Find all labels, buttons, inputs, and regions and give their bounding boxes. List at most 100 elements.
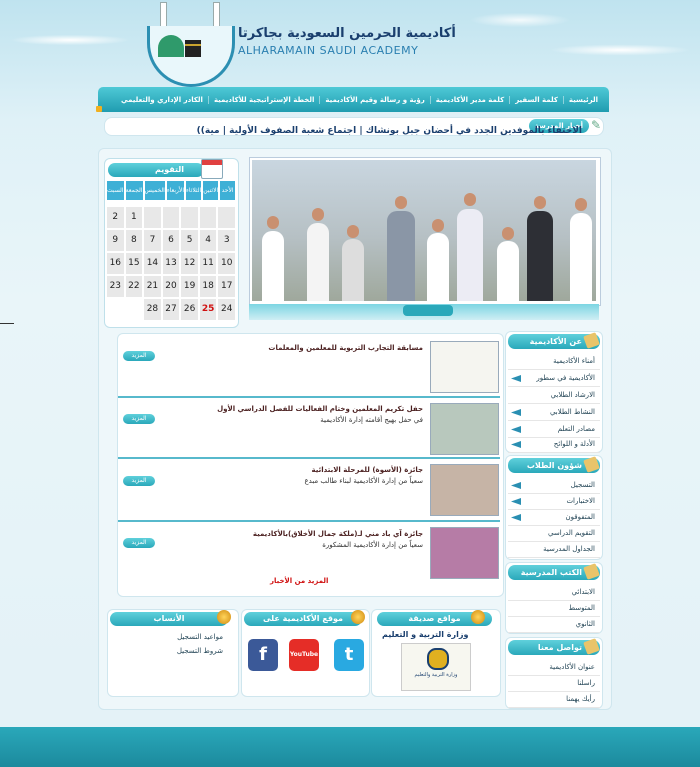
news-title[interactable]: مسابقة التجارب التربوية للمعلمين والمعلم…	[268, 344, 423, 352]
arrow-icon	[511, 409, 521, 416]
nav-staff[interactable]: الكادر الإداري والتعليمي	[116, 96, 208, 104]
nav-director-word[interactable]: كلمة مدير الأكاديمية	[429, 95, 509, 104]
twitter-icon[interactable]: t	[334, 639, 364, 671]
slideshow-pager[interactable]	[403, 305, 453, 316]
main-navigation: الرئيسية كلمة السفير كلمة مدير الأكاديمي…	[98, 87, 609, 112]
more-button[interactable]: المزيد	[123, 351, 155, 361]
calendar-day[interactable]: 19	[181, 276, 198, 297]
books-item[interactable]: المتوسط	[508, 600, 600, 617]
calendar-day[interactable]: 3	[218, 230, 235, 251]
calendar-day[interactable]: 2	[107, 207, 124, 228]
youtube-icon[interactable]: YouTube	[289, 639, 319, 671]
contact-item-label: عنوان الأكاديمية	[549, 663, 595, 671]
calendar-day[interactable]: 28	[144, 299, 161, 320]
rss-icon[interactable]	[96, 106, 102, 112]
students-item[interactable]: الاختبارات	[508, 493, 600, 510]
news-thumbnail[interactable]	[430, 464, 499, 516]
person-head	[502, 227, 514, 240]
arrow-icon	[511, 426, 521, 433]
kaaba-band	[185, 44, 201, 46]
calendar-day[interactable]: 9	[107, 230, 124, 251]
about-item[interactable]: النشاط الطلابي	[508, 404, 600, 421]
more-button[interactable]: المزيد	[123, 414, 155, 424]
contact-item[interactable]: عنوان الأكاديمية	[508, 659, 600, 676]
calendar-day[interactable]: 1	[125, 207, 143, 228]
ministry-logo[interactable]: وزارة التربية والتعليم	[401, 643, 471, 691]
calendar-day[interactable]: 7	[144, 230, 161, 251]
news-thumbnail[interactable]	[430, 341, 499, 393]
news-title[interactable]: حفل تكريم المعلمين وختام الفعاليات للفصل…	[217, 405, 423, 413]
admission-link[interactable]: مواعيد التسجيل	[177, 633, 223, 641]
calendar-day[interactable]: 13	[162, 253, 180, 274]
nav-ambassador-word[interactable]: كلمة السفير	[509, 95, 563, 104]
students-item-label: التقويم الدراسي	[548, 529, 595, 537]
arrow-icon	[511, 514, 521, 521]
ministry-link[interactable]: وزارة التربية و التعليم	[382, 630, 468, 639]
calendar-day[interactable]: 17	[218, 276, 235, 297]
arrow-icon	[511, 498, 521, 505]
facebook-icon[interactable]: f	[248, 639, 278, 671]
calendar-day[interactable]: 10	[218, 253, 235, 274]
nav-strategic-plan[interactable]: الخطة الإستراتيجية للأكاديمية	[207, 95, 319, 104]
slideshow-image[interactable]	[252, 160, 596, 301]
news-separator	[118, 396, 500, 398]
news-title[interactable]: جائزة آي باد مني لـ(ملكة جمال الأخلاق)با…	[253, 530, 423, 538]
more-button[interactable]: المزيد	[123, 538, 155, 548]
nav-home[interactable]: الرئيسية	[562, 95, 603, 104]
books-item[interactable]: الثانوي	[508, 616, 600, 633]
calendar-day[interactable]: 18	[199, 276, 217, 297]
contact-item-label: رأيك يهمنا	[566, 695, 595, 703]
calendar-day	[162, 207, 180, 228]
about-item[interactable]: أمناء الأكاديمية	[508, 353, 600, 370]
news-thumbnail[interactable]	[430, 527, 499, 579]
all-news-link[interactable]: المزيد من الأخبار	[270, 577, 328, 585]
calendar-day[interactable]: 16	[107, 253, 124, 274]
books-item[interactable]: الابتدائي	[508, 584, 600, 601]
calendar-day[interactable]: 11	[199, 253, 217, 274]
weekday-header: الجمعة	[125, 181, 143, 200]
calendar-day[interactable]: 14	[144, 253, 161, 274]
calendar-day[interactable]: 8	[125, 230, 143, 251]
ticker-text[interactable]: الاحتفاء بالموفدين الجدد في أحضان جبل بو…	[62, 126, 582, 136]
news-thumbnail[interactable]	[430, 403, 499, 455]
calendar-day[interactable]: 27	[162, 299, 180, 320]
students-item[interactable]: المتفوقون	[508, 509, 600, 526]
students-item[interactable]: التسجيل	[508, 477, 600, 494]
footer-bar	[0, 727, 700, 767]
person-figure	[307, 223, 329, 301]
calendar-day[interactable]: 25	[199, 299, 217, 320]
calendar-day[interactable]: 21	[144, 276, 161, 297]
news-summary: في حفل بهيج أقامته إدارة الأكاديمية	[320, 416, 423, 424]
about-item[interactable]: الأكاديمية في سطور	[508, 370, 600, 387]
about-item[interactable]: الارشاد الطلابي	[508, 387, 600, 404]
site-title-english: ALHARAMAIN SAUDI ACADEMY	[238, 44, 419, 57]
badge-icon	[471, 610, 485, 624]
person-head	[347, 225, 359, 238]
calendar-weekdays: الأحد الاثنين الثلاثاء الأربعاء الخميس الجمعة…	[107, 181, 235, 200]
calendar-day[interactable]: 26	[181, 299, 198, 320]
students-item[interactable]: التقويم الدراسي	[508, 525, 600, 542]
news-title[interactable]: جائزة (الأسوة) للمرحلة الابتدائية	[312, 466, 423, 474]
admission-link[interactable]: شروط التسجيل	[177, 647, 223, 655]
contact-item[interactable]: رأيك يهمنا	[508, 691, 600, 708]
calendar-day[interactable]: 15	[125, 253, 143, 274]
news-summary: سعياً من إدارة الأكاديمية المشكورة	[322, 541, 423, 549]
weekday-header: الاثنين	[203, 181, 219, 200]
dome-icon	[158, 35, 184, 57]
nav-vision-mission[interactable]: رؤية و رسالة وقيم الأكاديمية	[319, 95, 429, 104]
students-item-label: الاختبارات	[566, 497, 595, 505]
calendar-grid: 1 2 3 4 5 6 7 8 9 10 11 12 13 14 15 16 17 18 19 20 21 22 23 24 2…	[107, 207, 235, 320]
contact-item[interactable]: راسلنا	[508, 675, 600, 692]
calendar-day[interactable]: 24	[218, 299, 235, 320]
more-button[interactable]: المزيد	[123, 476, 155, 486]
calendar-day[interactable]: 5	[181, 230, 198, 251]
calendar-day[interactable]: 20	[162, 276, 180, 297]
weekday-header: السبت	[107, 181, 124, 200]
students-item[interactable]: الجداول المدرسية	[508, 541, 600, 558]
calendar-day[interactable]: 6	[162, 230, 180, 251]
calendar-day[interactable]: 23	[107, 276, 124, 297]
calendar-day[interactable]: 12	[181, 253, 198, 274]
calendar-day[interactable]: 22	[125, 276, 143, 297]
about-item[interactable]: الأدلة و اللوائح	[508, 436, 600, 453]
calendar-day[interactable]: 4	[199, 230, 217, 251]
